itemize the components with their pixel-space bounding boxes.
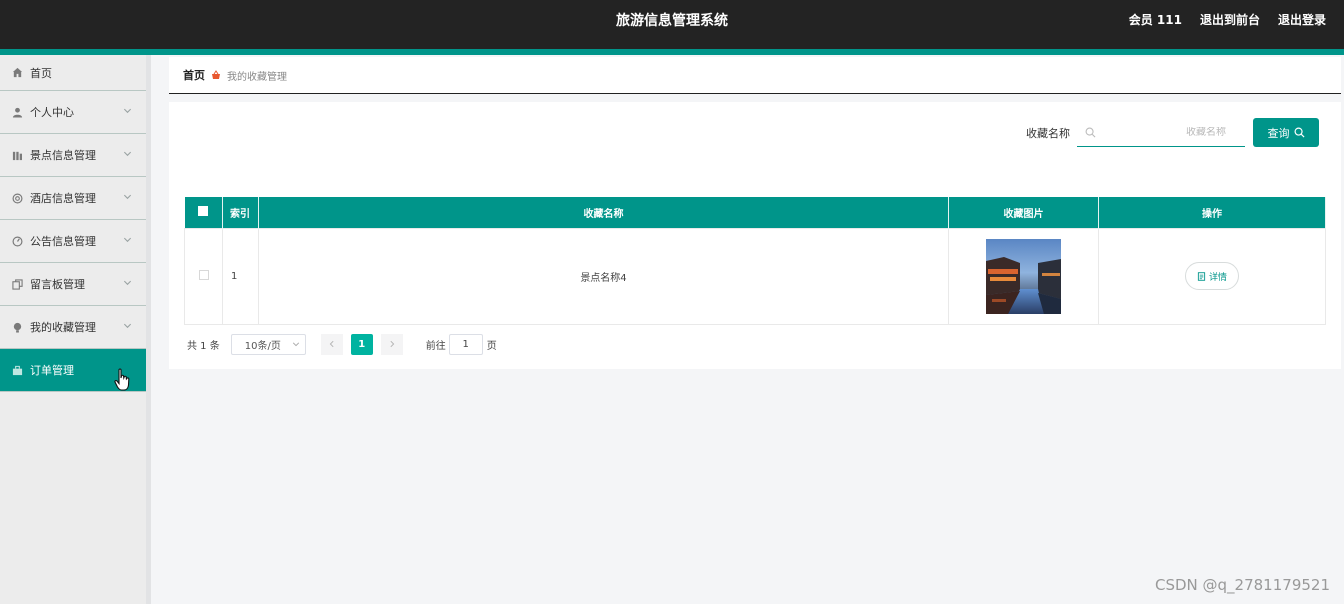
sidebar: 首页 个人中心 景点信息管理 酒店信息管理 公告信息管理 留言板管理 我的收藏管… [0, 55, 146, 604]
sidebar-item-label: 我的收藏管理 [30, 321, 96, 334]
hand-cursor-icon [114, 368, 130, 391]
sidebar-item-personal-center[interactable]: 个人中心 [0, 91, 146, 134]
search-label: 收藏名称 [1026, 127, 1070, 140]
search-button[interactable]: 查询 [1253, 118, 1319, 147]
search-input[interactable] [1096, 126, 1236, 138]
row-action-cell: 详情 [1098, 227, 1326, 325]
column-header-index: 索引 [222, 197, 259, 228]
sidebar-divider [146, 55, 151, 604]
back-to-front-link[interactable]: 退出到前台 [1200, 11, 1260, 28]
search-icon [1294, 127, 1305, 138]
sidebar-item-label: 酒店信息管理 [30, 192, 96, 205]
pagination: 共 1 条 10条/页 1 前往 页 [187, 333, 497, 355]
bulb-icon [11, 321, 23, 333]
page-number-current[interactable]: 1 [350, 333, 373, 355]
sidebar-item-label: 公告信息管理 [30, 235, 96, 248]
pagination-total: 共 1 条 [187, 340, 220, 352]
sidebar-item-scenic-spots[interactable]: 景点信息管理 [0, 134, 146, 177]
member-label[interactable]: 会员 111 [1129, 11, 1182, 28]
row-checkbox[interactable] [198, 269, 209, 280]
breadcrumb-home[interactable]: 首页 [183, 67, 205, 83]
search-icon [1085, 127, 1096, 137]
chevron-down-icon [123, 321, 132, 333]
sidebar-item-label: 首页 [30, 66, 52, 80]
column-header-name: 收藏名称 [258, 197, 949, 228]
page-size-select[interactable]: 10条/页 [230, 333, 306, 355]
sidebar-item-my-favorites[interactable]: 我的收藏管理 [0, 306, 146, 349]
column-header-action: 操作 [1098, 197, 1326, 228]
column-header-image: 收藏图片 [948, 197, 1099, 228]
header-accent-line [0, 49, 1344, 55]
header-actions: 会员 111 退出到前台 退出登录 [1129, 11, 1326, 28]
goto-page-input[interactable] [448, 333, 483, 355]
bars-icon [11, 149, 23, 161]
breadcrumb-current: 我的收藏管理 [227, 71, 287, 83]
watermark: CSDN @q_2781179521 [1155, 576, 1330, 594]
chevron-down-icon [292, 342, 299, 347]
search-field[interactable] [1077, 118, 1245, 147]
detail-button-label: 详情 [1208, 272, 1227, 283]
home-icon [11, 67, 23, 79]
logout-link[interactable]: 退出登录 [1278, 11, 1326, 28]
sidebar-item-announcements[interactable]: 公告信息管理 [0, 220, 146, 263]
favorite-thumbnail[interactable] [986, 238, 1061, 314]
chevron-right-icon [390, 340, 395, 348]
chevron-down-icon [123, 106, 132, 118]
gauge-icon [11, 235, 23, 247]
sidebar-item-label: 个人中心 [30, 106, 74, 119]
detail-button[interactable]: 详情 [1184, 262, 1239, 290]
cart-icon [11, 364, 23, 376]
prev-page-button[interactable] [320, 333, 343, 355]
user-icon [11, 106, 23, 118]
select-all-checkbox[interactable] [198, 205, 209, 216]
document-icon [1197, 271, 1206, 281]
sidebar-item-hotels[interactable]: 酒店信息管理 [0, 177, 146, 220]
chevron-down-icon [123, 192, 132, 204]
breadcrumb: 首页 我的收藏管理 [169, 57, 1341, 94]
content-card: 收藏名称 查询 索引 收藏名称 收藏图片 操作 1 景点名称4 [169, 102, 1341, 369]
select-all-cell[interactable] [184, 197, 223, 228]
goto-label: 前往 [425, 340, 446, 352]
row-select-cell[interactable] [184, 227, 223, 325]
row-name: 景点名称4 [258, 227, 949, 325]
table-row: 1 景点名称4 详情 [184, 227, 1326, 325]
circle-icon [11, 192, 23, 204]
row-image-cell [948, 227, 1099, 325]
table-header-row: 索引 收藏名称 收藏图片 操作 [184, 197, 1326, 228]
favorites-table: 索引 收藏名称 收藏图片 操作 1 景点名称4 详情 [184, 197, 1326, 325]
sidebar-item-label: 订单管理 [30, 364, 74, 377]
top-header: 旅游信息管理系统 会员 111 退出到前台 退出登录 [0, 0, 1344, 49]
copy-icon [11, 278, 23, 290]
search-button-label: 查询 [1267, 126, 1290, 140]
row-index: 1 [222, 227, 259, 325]
chevron-left-icon [329, 340, 334, 348]
next-page-button[interactable] [380, 333, 403, 355]
sidebar-item-home[interactable]: 首页 [0, 55, 146, 91]
sidebar-item-label: 景点信息管理 [30, 149, 96, 162]
sidebar-item-label: 留言板管理 [30, 278, 85, 291]
sidebar-item-message-board[interactable]: 留言板管理 [0, 263, 146, 306]
chevron-down-icon [123, 235, 132, 247]
basket-icon [211, 70, 221, 80]
chevron-down-icon [123, 278, 132, 290]
chevron-down-icon [123, 149, 132, 161]
page-size-value: 10条/页 [244, 340, 281, 352]
goto-unit: 页 [486, 340, 497, 352]
